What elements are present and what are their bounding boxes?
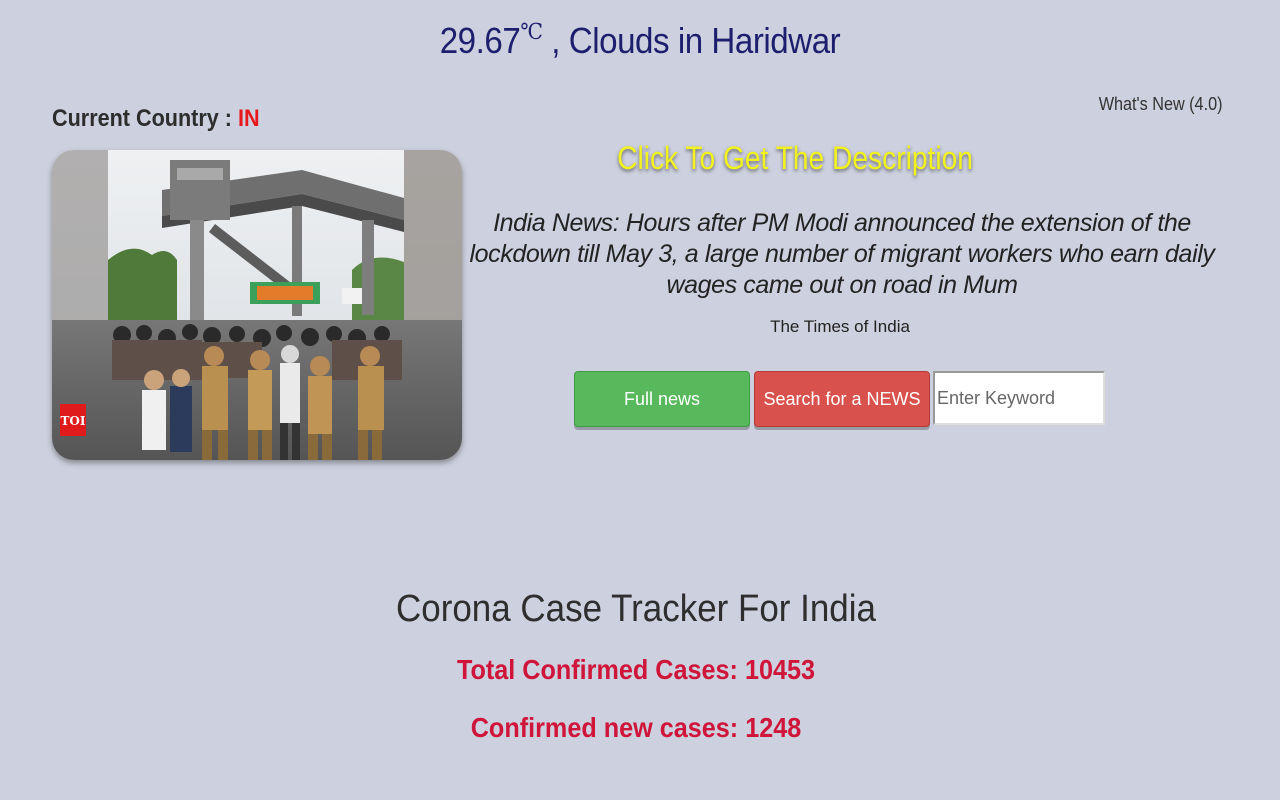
temperature-value: 29.67 xyxy=(439,20,521,61)
country-label: Current Country : xyxy=(52,105,239,132)
current-country: Current Country : IN xyxy=(52,105,260,133)
tracker-title: Corona Case Tracker For India xyxy=(396,588,876,630)
news-source: The Times of India xyxy=(770,317,910,336)
news-photo[interactable]: TOI xyxy=(52,150,462,460)
keyword-input[interactable] xyxy=(933,371,1105,425)
news-extension-page: 29.67℃ , Clouds in Haridwar What's New (… xyxy=(0,0,1280,800)
get-description-link[interactable]: Click To Get The Description xyxy=(509,140,1081,177)
weather-heading: 29.67℃ , Clouds in Haridwar xyxy=(51,20,1229,62)
whats-new-link[interactable]: What's New (4.0) xyxy=(1098,94,1222,115)
news-photo-image: TOI xyxy=(52,150,462,460)
search-news-button[interactable]: Search for a NEWS xyxy=(754,371,930,427)
weather-description: , Clouds in Haridwar xyxy=(551,20,841,61)
news-headline: India News: Hours after PM Modi announce… xyxy=(469,209,1215,299)
celsius-unit: ℃ xyxy=(520,20,543,45)
new-confirmed-cases: Confirmed new cases: 1248 xyxy=(470,712,802,743)
country-code: IN xyxy=(238,105,260,132)
toi-logo-text: TOI xyxy=(61,414,86,428)
total-confirmed-cases: Total Confirmed Cases: 10453 xyxy=(456,654,816,685)
full-news-button[interactable]: Full news xyxy=(574,371,750,427)
